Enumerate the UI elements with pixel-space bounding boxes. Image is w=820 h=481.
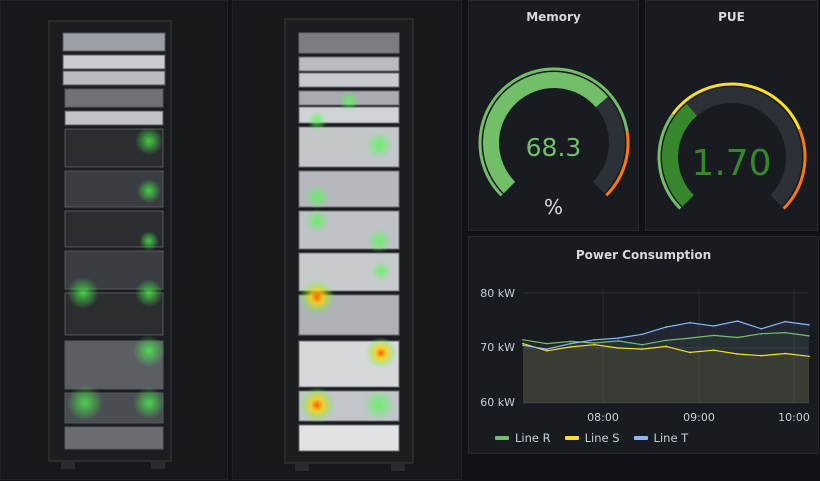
legend-swatch [633, 436, 648, 440]
data-point [712, 334, 715, 337]
data-point [522, 342, 524, 345]
y-tick: 60 kW [480, 396, 515, 409]
data-point [665, 326, 667, 328]
data-point [617, 347, 620, 349]
data-point [760, 327, 763, 330]
data-point [546, 342, 548, 345]
legend: Line R Line S Line T [495, 431, 688, 445]
legend-item-line-t[interactable]: Line T [633, 431, 689, 445]
legend-label: Line S [584, 431, 620, 445]
rack-panel-left [0, 0, 228, 480]
rack-heatmap-left [48, 20, 172, 469]
rack-panel-right [232, 0, 462, 480]
memory-value: 68.3 [525, 133, 582, 162]
data-point [689, 321, 691, 324]
y-tick: 80 kW [480, 287, 515, 300]
data-point [617, 337, 620, 339]
legend-item-line-s[interactable]: Line S [564, 431, 620, 445]
data-point [593, 342, 596, 344]
data-point [736, 320, 739, 322]
x-tick: 10:00 [778, 411, 810, 424]
data-point [689, 337, 691, 339]
y-tick: 70 kW [480, 341, 515, 354]
data-point [784, 320, 786, 323]
data-point [593, 343, 596, 346]
data-point [712, 349, 715, 351]
data-point [546, 349, 548, 352]
data-point [808, 335, 810, 337]
data-point [736, 336, 739, 339]
x-tick: 09:00 [683, 411, 715, 424]
pue-gauge [657, 82, 807, 210]
data-point [569, 342, 572, 345]
memory-panel: Memory 68.3 % [468, 0, 639, 231]
data-point [808, 355, 810, 358]
data-point [569, 346, 572, 348]
legend-swatch [495, 436, 509, 440]
data-point [784, 352, 786, 355]
power-chart: 80 kW 70 kW 60 kW 08:00 09:00 10:00 [480, 287, 810, 424]
data-point [641, 348, 643, 350]
data-point [617, 340, 620, 342]
memory-unit: % [543, 195, 563, 219]
data-point [665, 339, 667, 342]
data-point [808, 324, 810, 326]
pue-panel: PUE 1.70 [645, 0, 818, 231]
x-tick: 08:00 [587, 411, 619, 424]
legend-swatch [564, 436, 579, 440]
data-point [569, 340, 572, 343]
data-point [712, 325, 715, 327]
legend-label: Line T [653, 431, 689, 445]
rack-heatmap-right [284, 18, 414, 471]
power-panel: Power Consumption 80 kW 70 kW 60 kW 08:0… [468, 236, 819, 454]
data-point [784, 331, 786, 334]
data-point [546, 348, 548, 350]
legend-label: Line R [515, 431, 551, 445]
data-point [641, 333, 643, 336]
data-point [736, 353, 739, 355]
data-point [689, 351, 691, 354]
data-point [760, 354, 763, 357]
data-point [665, 345, 667, 348]
legend-item-line-r[interactable]: Line R [495, 431, 551, 445]
data-point [522, 344, 524, 347]
data-point [760, 332, 763, 335]
pue-value: 1.70 [691, 143, 772, 184]
data-point [593, 338, 596, 341]
data-point [641, 343, 643, 346]
data-point [522, 338, 524, 341]
